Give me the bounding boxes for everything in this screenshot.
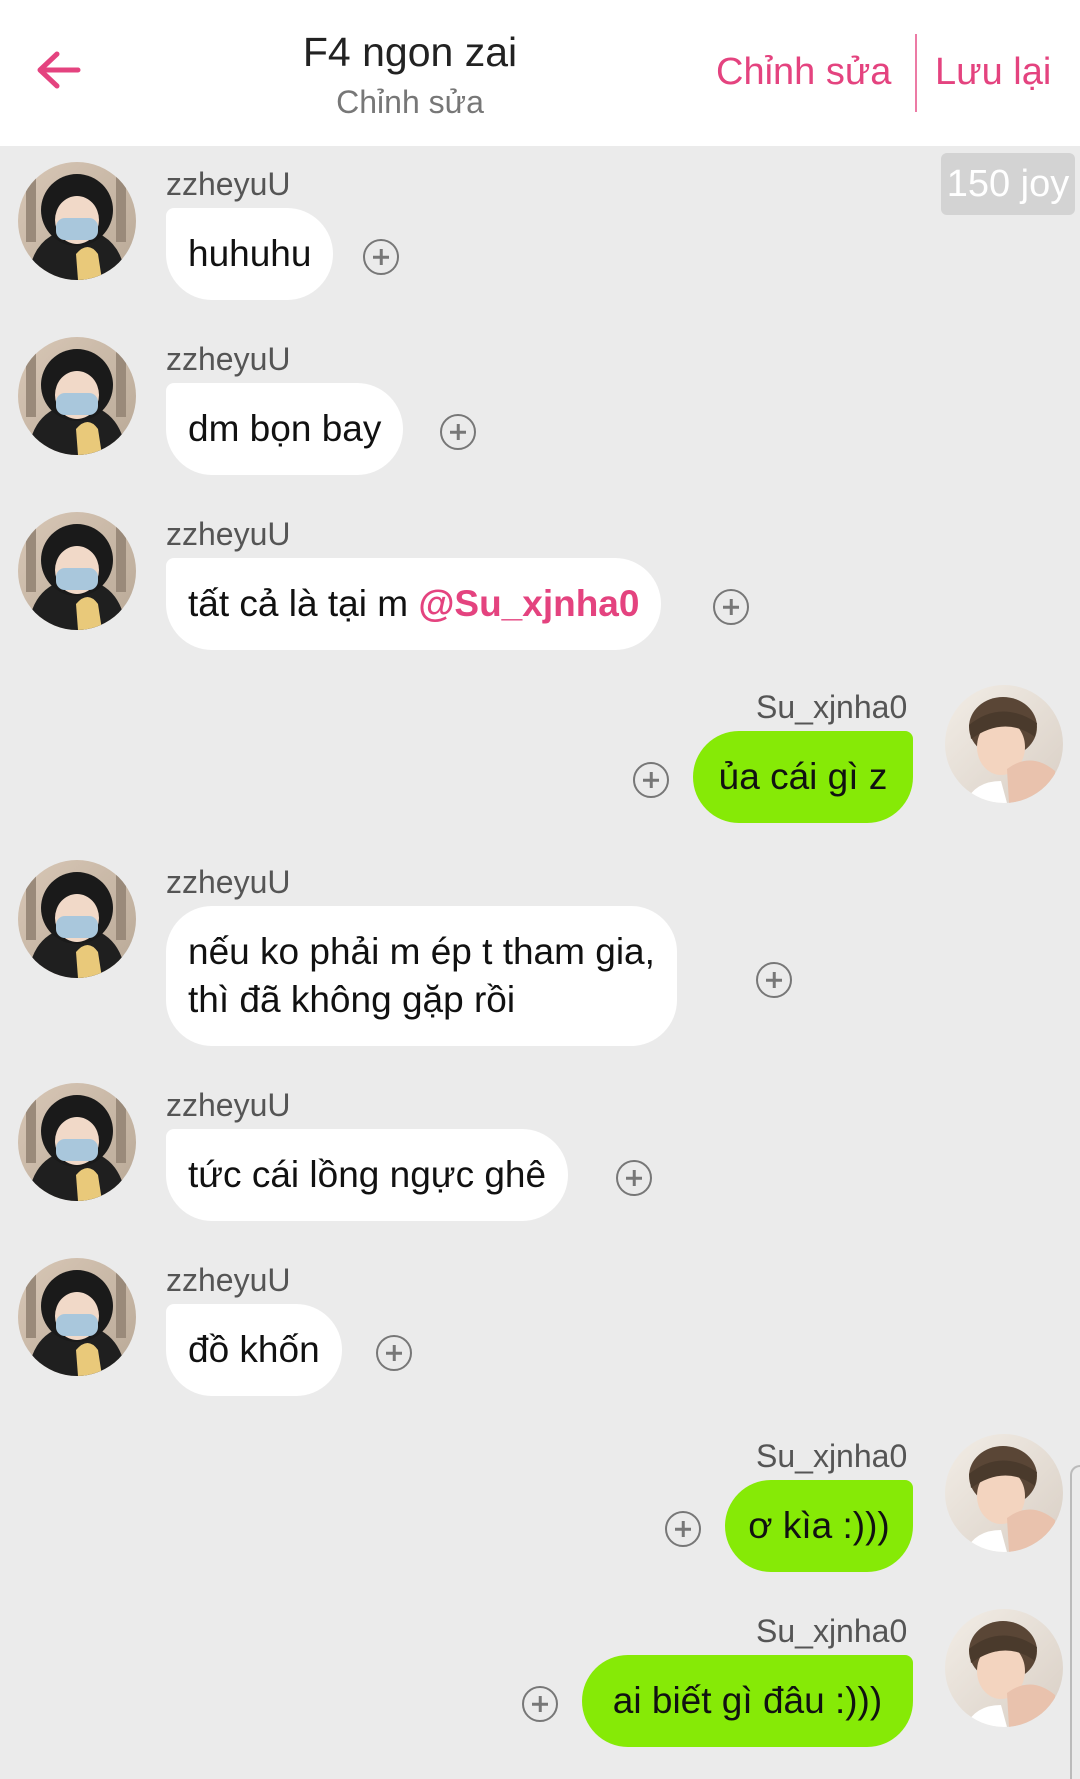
avatar[interactable] <box>18 337 136 455</box>
avatar[interactable] <box>18 1258 136 1376</box>
avatar[interactable] <box>945 1434 1063 1552</box>
top-bar: F4 ngon zai Chỉnh sửa Chỉnh sửa Lưu lại <box>0 0 1080 146</box>
sender-name: zzheyuU <box>166 864 291 900</box>
message-bubble[interactable]: dm bọn bay <box>166 383 404 475</box>
avatar[interactable] <box>18 512 136 630</box>
message-bubble[interactable]: ơ kìa :))) <box>725 1480 913 1572</box>
message-bubble[interactable]: nếu ko phải m ép t tham gia, thì đã khôn… <box>166 906 677 1046</box>
header-divider <box>915 34 917 112</box>
react-plus-icon[interactable] <box>756 962 792 998</box>
back-button[interactable] <box>30 42 86 98</box>
react-plus-icon[interactable] <box>633 762 669 798</box>
react-plus-icon[interactable] <box>713 589 749 625</box>
react-plus-icon[interactable] <box>665 1511 701 1547</box>
chat-title: F4 ngon zai <box>302 29 518 75</box>
avatar[interactable] <box>945 1609 1063 1727</box>
sender-name: zzheyuU <box>166 341 291 377</box>
save-button[interactable]: Lưu lại <box>935 48 1051 96</box>
message-bubble[interactable]: ai biết gì đâu :))) <box>582 1655 913 1747</box>
edit-button[interactable]: Chỉnh sửa <box>716 48 891 96</box>
scroll-indicator[interactable] <box>1070 1465 1080 1779</box>
react-plus-icon[interactable] <box>522 1686 558 1722</box>
sender-name: Su_xjnha0 <box>756 689 908 725</box>
sender-name: zzheyuU <box>166 1262 291 1298</box>
message-bubble[interactable]: ủa cái gì z <box>693 731 913 823</box>
react-plus-icon[interactable] <box>376 1335 412 1371</box>
sender-name: zzheyuU <box>166 1087 291 1123</box>
avatar[interactable] <box>18 162 136 280</box>
message-text: tất cả là tại m <box>188 583 419 624</box>
user-mention[interactable]: @Su_xjnha0 <box>418 583 639 624</box>
avatar[interactable] <box>945 685 1063 803</box>
react-plus-icon[interactable] <box>440 414 476 450</box>
message-bubble[interactable]: huhuhu <box>166 208 334 300</box>
sender-name: zzheyuU <box>166 166 291 202</box>
sender-name: zzheyuU <box>166 516 291 552</box>
message-bubble[interactable]: tất cả là tại m @Su_xjnha0 <box>166 558 662 650</box>
message-bubble[interactable]: đồ khốn <box>166 1304 342 1396</box>
sender-name: Su_xjnha0 <box>756 1438 908 1474</box>
arrow-left-icon <box>37 51 81 89</box>
message-bubble[interactable]: tức cái lồng ngực ghê <box>166 1129 569 1221</box>
avatar[interactable] <box>18 1083 136 1201</box>
message-line: nếu ko phải m ép t tham gia, <box>188 931 655 972</box>
chat-subtitle: Chỉnh sửa <box>336 84 484 120</box>
joy-badge: 150 joy <box>941 153 1075 215</box>
react-plus-icon[interactable] <box>363 239 399 275</box>
avatar[interactable] <box>18 860 136 978</box>
message-line: thì đã không gặp rồi <box>188 979 516 1020</box>
title-block: F4 ngon zai Chỉnh sửa <box>200 26 620 124</box>
sender-name: Su_xjnha0 <box>756 1613 908 1649</box>
message-list: zzheyuU huhuhu zzheyuU dm bọn bay zzheyu… <box>0 146 1080 1779</box>
react-plus-icon[interactable] <box>616 1160 652 1196</box>
